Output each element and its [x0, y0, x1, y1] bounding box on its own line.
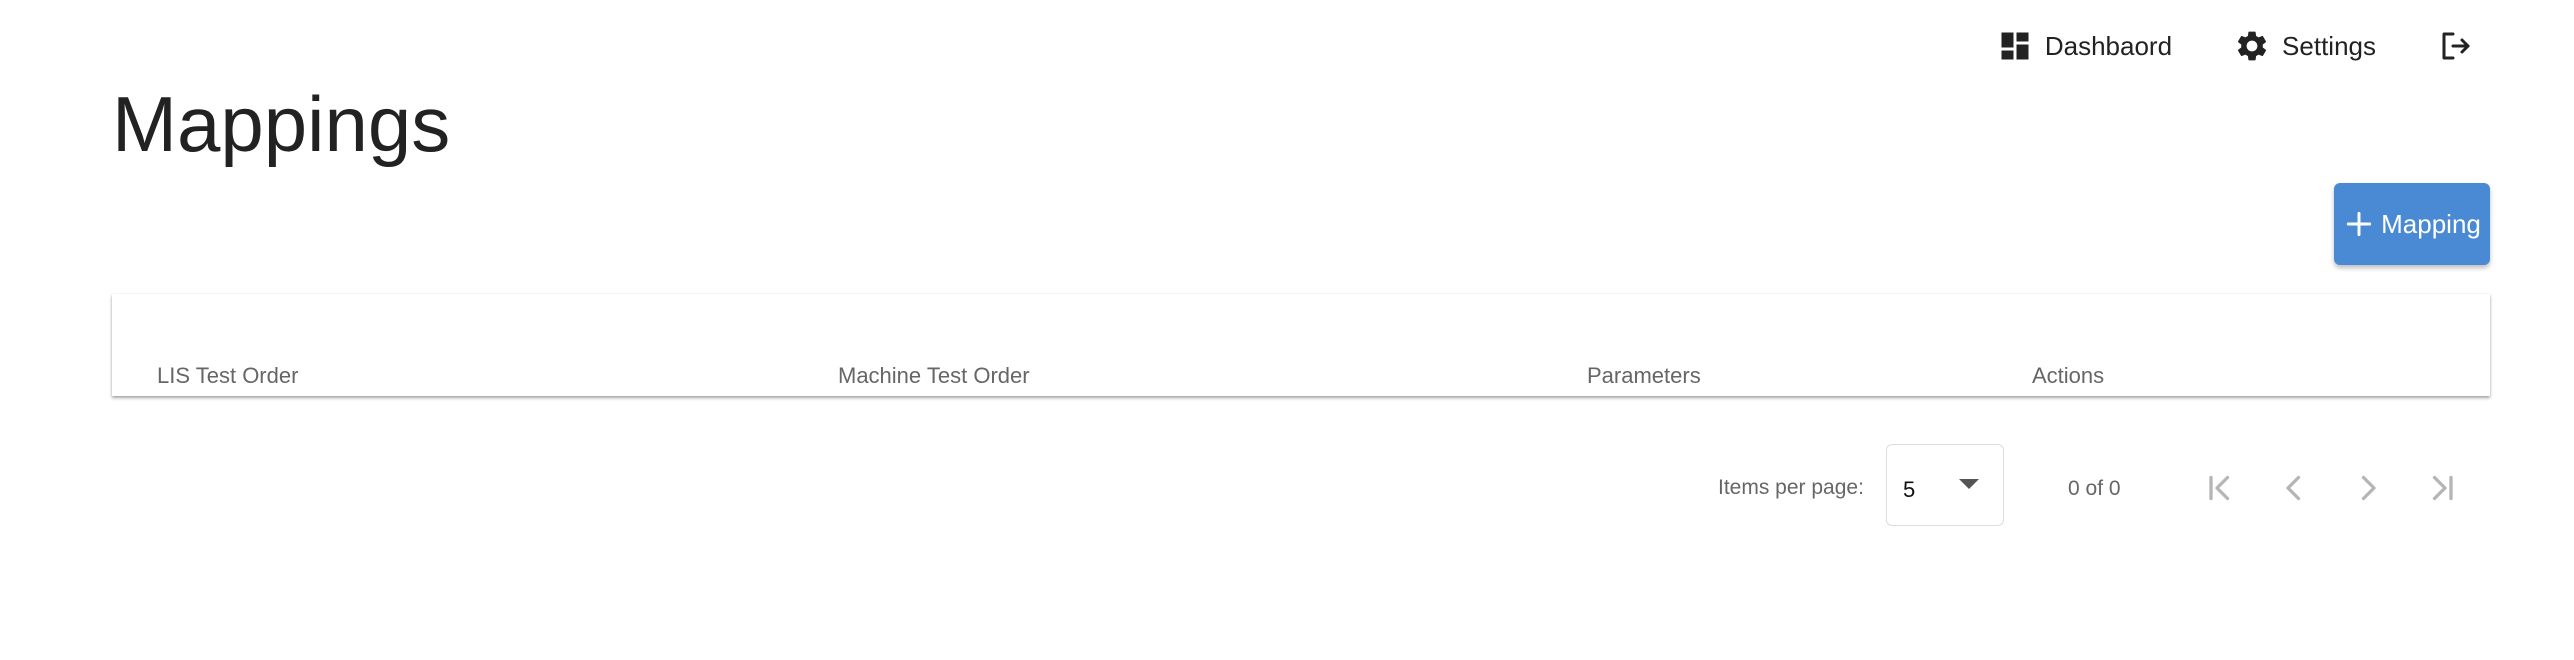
items-per-page-label: Items per page:: [1718, 476, 1864, 499]
column-header-parameters[interactable]: Parameters: [1587, 364, 1701, 388]
previous-page-icon: [2286, 475, 2301, 501]
nav-settings[interactable]: Settings: [2234, 28, 2376, 64]
page-title: Mappings: [112, 80, 451, 168]
range-label: 0 of 0: [2068, 477, 2121, 500]
page: Dashbaord Settings Mappings Mapping LIS …: [0, 0, 2574, 660]
next-page-button[interactable]: [2348, 468, 2388, 508]
column-header-machine-test-order[interactable]: Machine Test Order: [838, 364, 1030, 388]
column-header-lis-test-order[interactable]: LIS Test Order: [157, 364, 298, 388]
nav-dashboard-label: Dashbaord: [2044, 30, 2173, 61]
first-page-icon: [2209, 475, 2230, 501]
nav-dashboard[interactable]: Dashbaord: [1997, 28, 2172, 64]
column-header-actions[interactable]: Actions: [2032, 364, 2104, 388]
nav-settings-label: Settings: [2282, 30, 2376, 61]
first-page-button[interactable]: [2200, 468, 2240, 508]
gear-icon: [2234, 28, 2270, 64]
add-mapping-label: Mapping: [2381, 208, 2481, 239]
paginator: Items per page: 5 0 of 0: [0, 444, 2574, 528]
last-page-button[interactable]: [2422, 468, 2462, 508]
logout-button[interactable]: [2438, 28, 2474, 64]
last-page-icon: [2432, 475, 2453, 501]
next-page-icon: [2361, 475, 2376, 501]
dashboard-icon: [1997, 28, 2033, 64]
plus-icon: [2343, 208, 2375, 240]
logout-icon: [2438, 28, 2474, 64]
top-nav: Dashbaord Settings: [1997, 20, 2474, 72]
add-mapping-button[interactable]: Mapping: [2334, 183, 2490, 265]
items-per-page-select[interactable]: 5: [1886, 444, 2004, 526]
items-per-page-value: 5: [1903, 477, 1916, 502]
mappings-table: LIS Test Order Machine Test Order Parame…: [112, 294, 2490, 396]
previous-page-button[interactable]: [2274, 468, 2314, 508]
dropdown-arrow-icon: [1959, 479, 1979, 489]
